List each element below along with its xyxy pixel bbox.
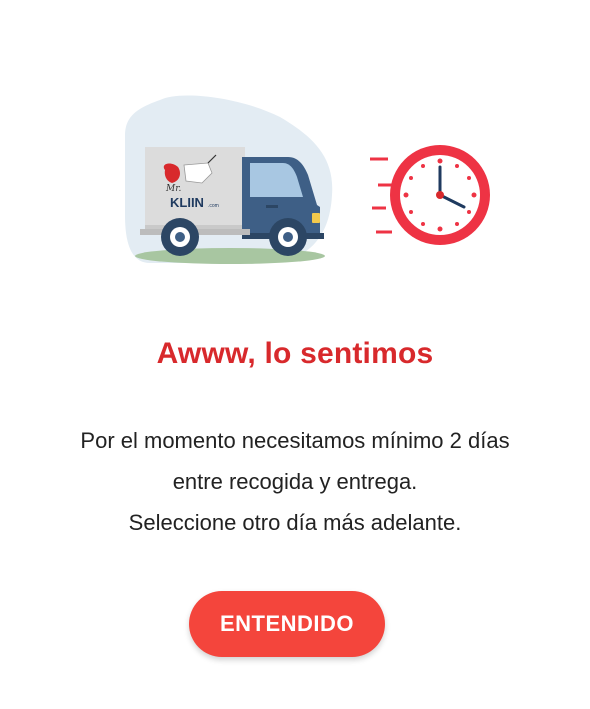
logo-suffix: .com <box>208 203 219 209</box>
modal-dialog: Mr. KLIIN .com Awww, lo sentimos Por el … <box>0 0 590 709</box>
message-line-2: entre recogida y entrega. <box>172 469 418 494</box>
clock-icon <box>370 145 490 245</box>
dialog-title: Awww, lo sentimos <box>156 337 434 370</box>
truck-front-wheel <box>269 218 307 256</box>
truck-rear-wheel <box>161 218 199 256</box>
confirm-button[interactable]: ENTENDIDO <box>189 591 385 657</box>
truck-cargo-box <box>145 147 245 232</box>
logo-script: Mr. <box>165 184 182 194</box>
dialog-message: Por el momento necesitamos mínimo 2 días… <box>30 420 560 543</box>
message-line-1: Por el momento necesitamos mínimo 2 días <box>80 428 510 453</box>
logo-brand: KLIIN <box>170 195 204 210</box>
delivery-illustration: Mr. KLIIN .com <box>125 95 490 264</box>
message-line-3: Seleccione otro día más adelante. <box>128 510 462 535</box>
